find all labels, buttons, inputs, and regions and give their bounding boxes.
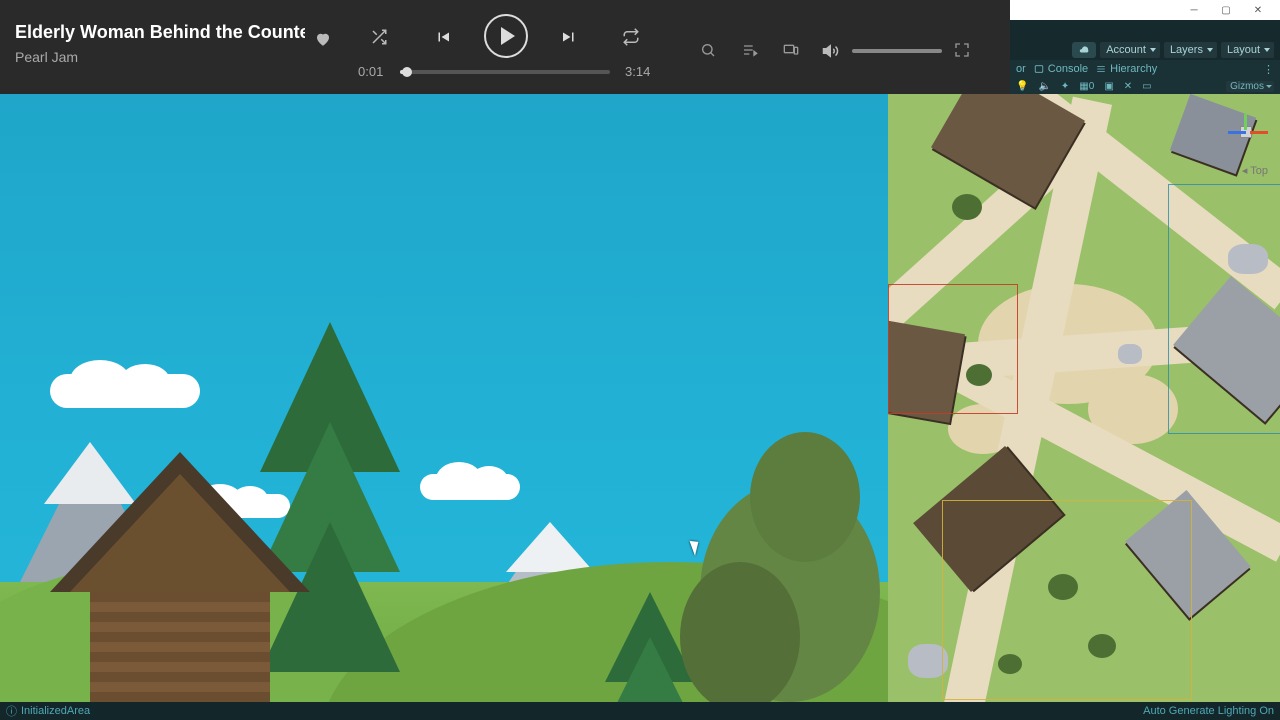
fx-icon[interactable]: ✦ — [1061, 81, 1069, 92]
volume-slider[interactable] — [852, 49, 942, 53]
progress-thumb[interactable] — [402, 67, 412, 77]
info-icon: ⓘ — [6, 703, 17, 719]
time-elapsed: 0:01 — [358, 64, 383, 79]
grid-toggle-icon[interactable]: ▦0 — [1079, 81, 1094, 92]
tree-graphic — [670, 422, 888, 702]
minimize-icon[interactable]: ─ — [1188, 4, 1200, 16]
bush-graphic — [952, 194, 982, 220]
play-icon — [501, 27, 515, 45]
layout-dropdown[interactable]: Layout — [1221, 42, 1274, 58]
shuffle-icon[interactable] — [370, 28, 388, 46]
grid-counter: 0 — [1089, 81, 1095, 92]
tab-hierarchy-label: Hierarchy — [1110, 63, 1157, 75]
account-label: Account — [1106, 44, 1146, 56]
maximize-icon[interactable]: ▢ — [1220, 4, 1232, 16]
previous-track-icon[interactable] — [434, 28, 452, 46]
music-player-bar: Elderly Woman Behind the Counte Pearl Ja… — [0, 0, 1010, 94]
devices-icon[interactable] — [782, 42, 800, 58]
game-view[interactable] — [0, 94, 888, 702]
layout-label: Layout — [1227, 44, 1260, 56]
tool-display-icon[interactable]: ▭ — [1142, 81, 1151, 92]
cloud-icon[interactable] — [1072, 42, 1096, 58]
audio-icon[interactable]: 🔈 — [1038, 81, 1050, 92]
lightbulb-icon[interactable]: 💡 — [1016, 81, 1028, 92]
gizmo-y-axis[interactable] — [1244, 114, 1247, 130]
close-icon[interactable]: ✕ — [1252, 4, 1264, 16]
tab-options-icon[interactable]: ⋮ — [1263, 63, 1274, 76]
tab-console-label: Console — [1048, 63, 1088, 75]
queue-icon[interactable] — [742, 42, 758, 58]
time-total: 3:14 — [625, 64, 650, 79]
selection-outline — [942, 500, 1192, 700]
status-lighting[interactable]: Auto Generate Lighting On — [1143, 705, 1274, 717]
layers-dropdown[interactable]: Layers — [1164, 42, 1217, 58]
scene-view[interactable]: Top — [888, 94, 1280, 702]
selection-outline — [888, 284, 1018, 414]
lyrics-icon[interactable] — [700, 42, 716, 58]
gizmo-x-axis[interactable] — [1250, 131, 1268, 134]
layers-label: Layers — [1170, 44, 1203, 56]
editor-menu-bar: Account Layers Layout — [1010, 40, 1280, 60]
scene-toolbar: 💡 🔈 ✦ ▦0 ▣ ✕ ▭ Gizmos — [1010, 78, 1280, 94]
status-bar: ⓘ InitializedArea Auto Generate Lighting… — [0, 702, 1280, 720]
rock-graphic — [1118, 344, 1142, 364]
editor-tabs-row: or Console Hierarchy ⋮ — [1010, 60, 1280, 78]
cabin-graphic — [60, 482, 300, 702]
hierarchy-icon — [1096, 64, 1106, 74]
axis-gizmo[interactable] — [1220, 106, 1270, 156]
progress-bar[interactable] — [400, 70, 610, 74]
volume-icon[interactable] — [822, 42, 840, 60]
track-title: Elderly Woman Behind the Counte — [15, 22, 305, 43]
repeat-icon[interactable] — [622, 28, 640, 46]
editor-header-spacer — [1010, 20, 1280, 40]
track-info: Elderly Woman Behind the Counte Pearl Ja… — [15, 22, 305, 65]
cloud-graphic — [50, 374, 200, 408]
fullscreen-icon[interactable] — [954, 42, 970, 58]
camera-icon[interactable]: ▣ — [1104, 81, 1113, 92]
selection-outline — [1168, 184, 1280, 434]
status-message[interactable]: InitializedArea — [21, 705, 90, 717]
cursor-icon — [692, 539, 704, 557]
next-track-icon[interactable] — [560, 28, 578, 46]
gizmos-dropdown[interactable]: Gizmos — [1226, 81, 1274, 92]
tab-partial[interactable]: or — [1016, 63, 1026, 75]
tool-x-icon[interactable]: ✕ — [1124, 81, 1132, 92]
tab-hierarchy[interactable]: Hierarchy — [1096, 63, 1157, 75]
tab-console[interactable]: Console — [1034, 63, 1088, 75]
play-button[interactable] — [484, 14, 528, 58]
cloud-graphic — [420, 474, 520, 500]
gizmo-z-axis[interactable] — [1228, 131, 1246, 134]
heart-icon[interactable] — [314, 30, 332, 48]
console-icon — [1034, 64, 1044, 74]
track-artist[interactable]: Pearl Jam — [15, 49, 305, 65]
window-titlebar: ─ ▢ ✕ — [1010, 0, 1280, 20]
snowcap-graphic — [506, 522, 594, 572]
perspective-label[interactable]: Top — [1242, 164, 1268, 177]
gizmos-label: Gizmos — [1230, 81, 1264, 92]
tab-partial-label: or — [1016, 63, 1026, 75]
account-dropdown[interactable]: Account — [1100, 42, 1160, 58]
